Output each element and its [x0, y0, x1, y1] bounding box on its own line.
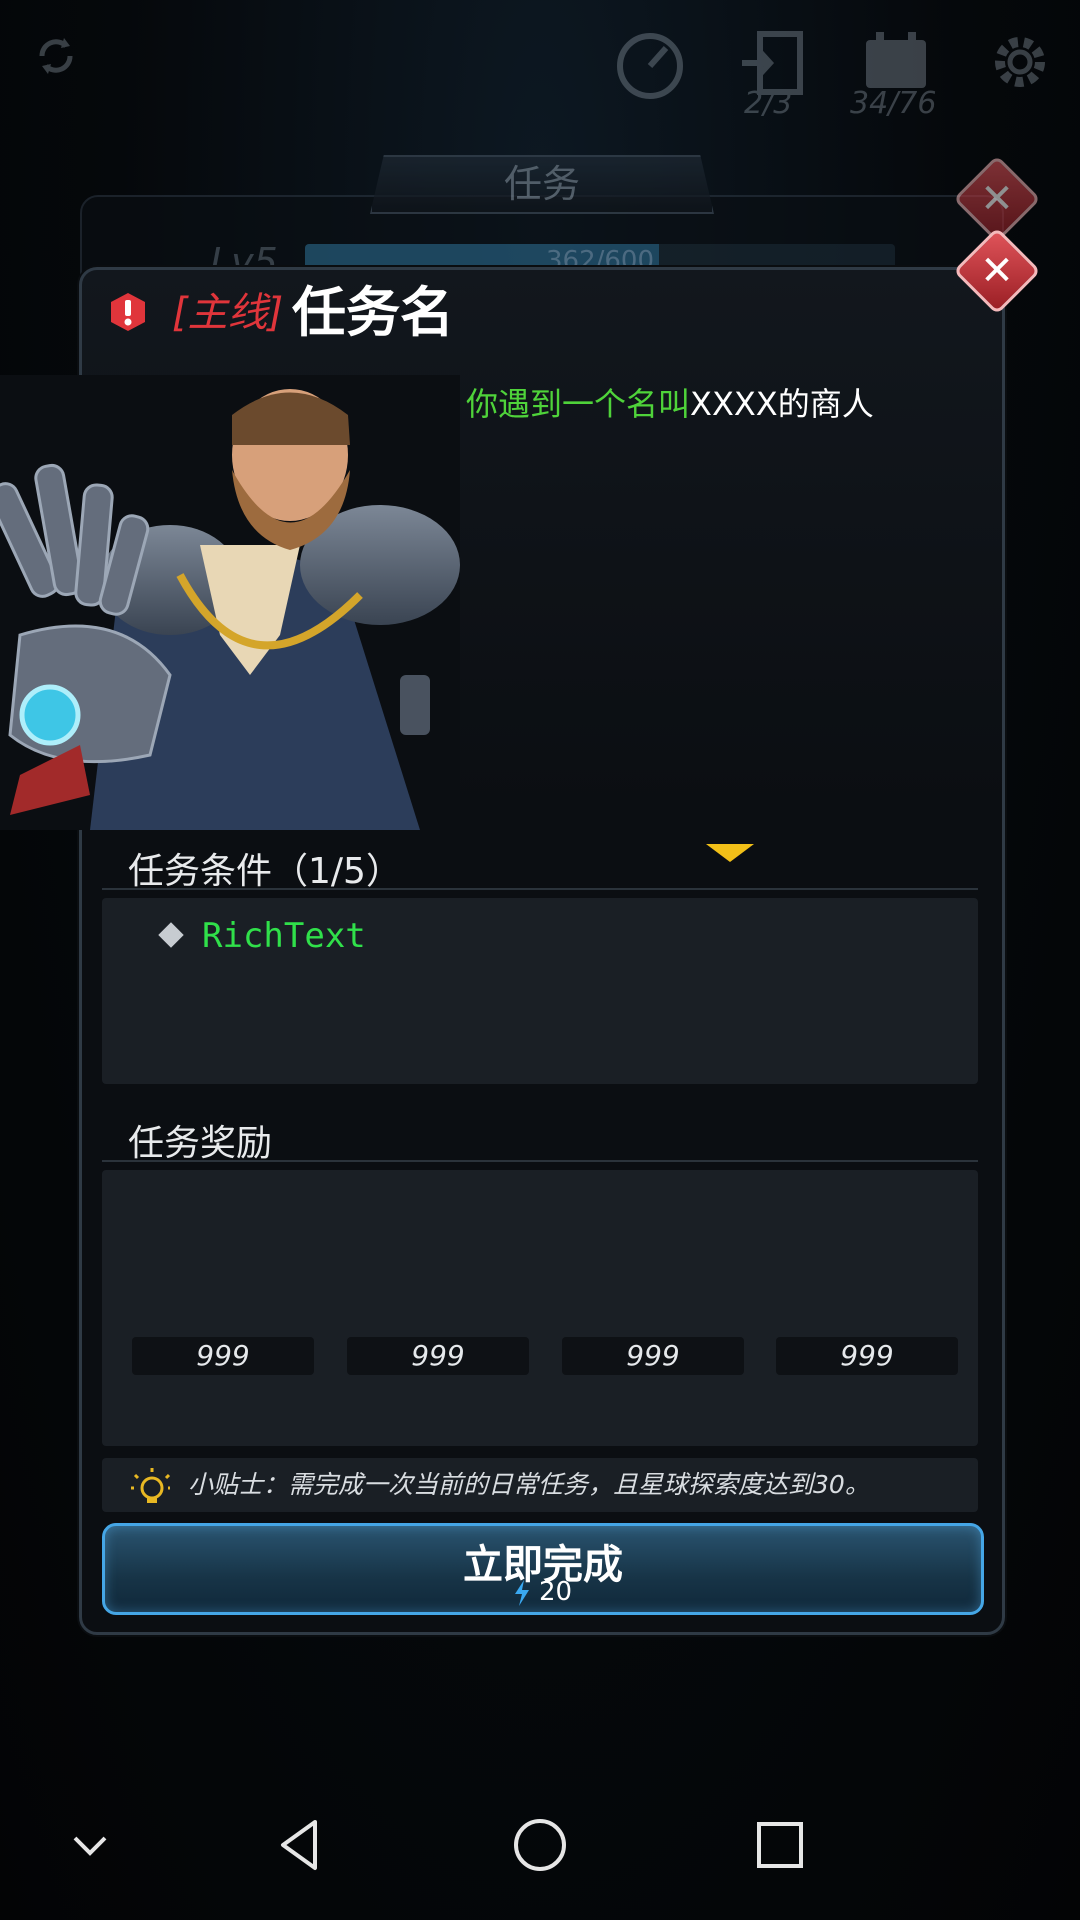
alert-icon	[111, 293, 145, 331]
close-icon: ✕	[980, 248, 1014, 294]
npc-portrait	[0, 375, 460, 830]
reward-count: 999	[626, 1339, 680, 1372]
rewards-divider	[102, 1160, 978, 1162]
reward-count: 999	[411, 1339, 465, 1372]
conditions-title: 任务条件（1/5）	[128, 851, 402, 892]
reward-slot[interactable]: 999	[132, 1337, 314, 1375]
quest-description: 你遇到一个名叫XXXX的商人	[466, 382, 874, 426]
description-text: XXXX的商人	[690, 385, 874, 423]
timer-icon[interactable]	[612, 28, 688, 104]
close-icon: ✕	[980, 176, 1014, 222]
rewards-box	[102, 1170, 978, 1446]
reward-slot[interactable]: 999	[347, 1337, 529, 1375]
condition-text: RichText	[202, 916, 366, 956]
home-icon[interactable]	[505, 1810, 575, 1880]
lightbulb-icon	[131, 1468, 170, 1503]
conditions-divider	[102, 888, 978, 890]
reward-slot[interactable]: 999	[562, 1337, 744, 1375]
chevron-down-icon[interactable]	[55, 1810, 125, 1880]
complete-now-button[interactable]: 立即完成 20	[102, 1523, 984, 1615]
description-highlight: 你遇到一个名叫	[466, 385, 691, 423]
tip-bar: 小贴士：需完成一次当前的日常任务，且星球探索度达到30。	[102, 1458, 978, 1512]
top-hud: 2/3 34/76	[0, 0, 1080, 140]
gear-icon[interactable]	[988, 30, 1052, 94]
refresh-icon[interactable]	[28, 28, 84, 84]
calendar-icon[interactable]	[862, 30, 930, 92]
counter-left: 2/3	[744, 86, 793, 121]
lightning-icon	[515, 1580, 529, 1606]
quest-name: 任务名	[292, 281, 454, 344]
reward-count: 999	[196, 1339, 250, 1372]
tip-text: 小贴士：需完成一次当前的日常任务，且星球探索度达到30。	[188, 1470, 870, 1499]
quest-type-tag: [主线]	[172, 290, 284, 336]
counter-right: 34/76	[850, 86, 937, 121]
back-icon[interactable]	[265, 1810, 335, 1880]
back-panel-title: 任务	[370, 155, 714, 214]
rewards-title: 任务奖励	[128, 1123, 273, 1164]
energy-cost-value: 20	[539, 1577, 573, 1607]
reward-count: 999	[840, 1339, 894, 1372]
expand-arrow-icon[interactable]	[706, 844, 754, 862]
system-navigation-bar	[0, 1770, 1080, 1920]
reward-slot[interactable]: 999	[776, 1337, 958, 1375]
recent-apps-icon[interactable]	[745, 1810, 815, 1880]
